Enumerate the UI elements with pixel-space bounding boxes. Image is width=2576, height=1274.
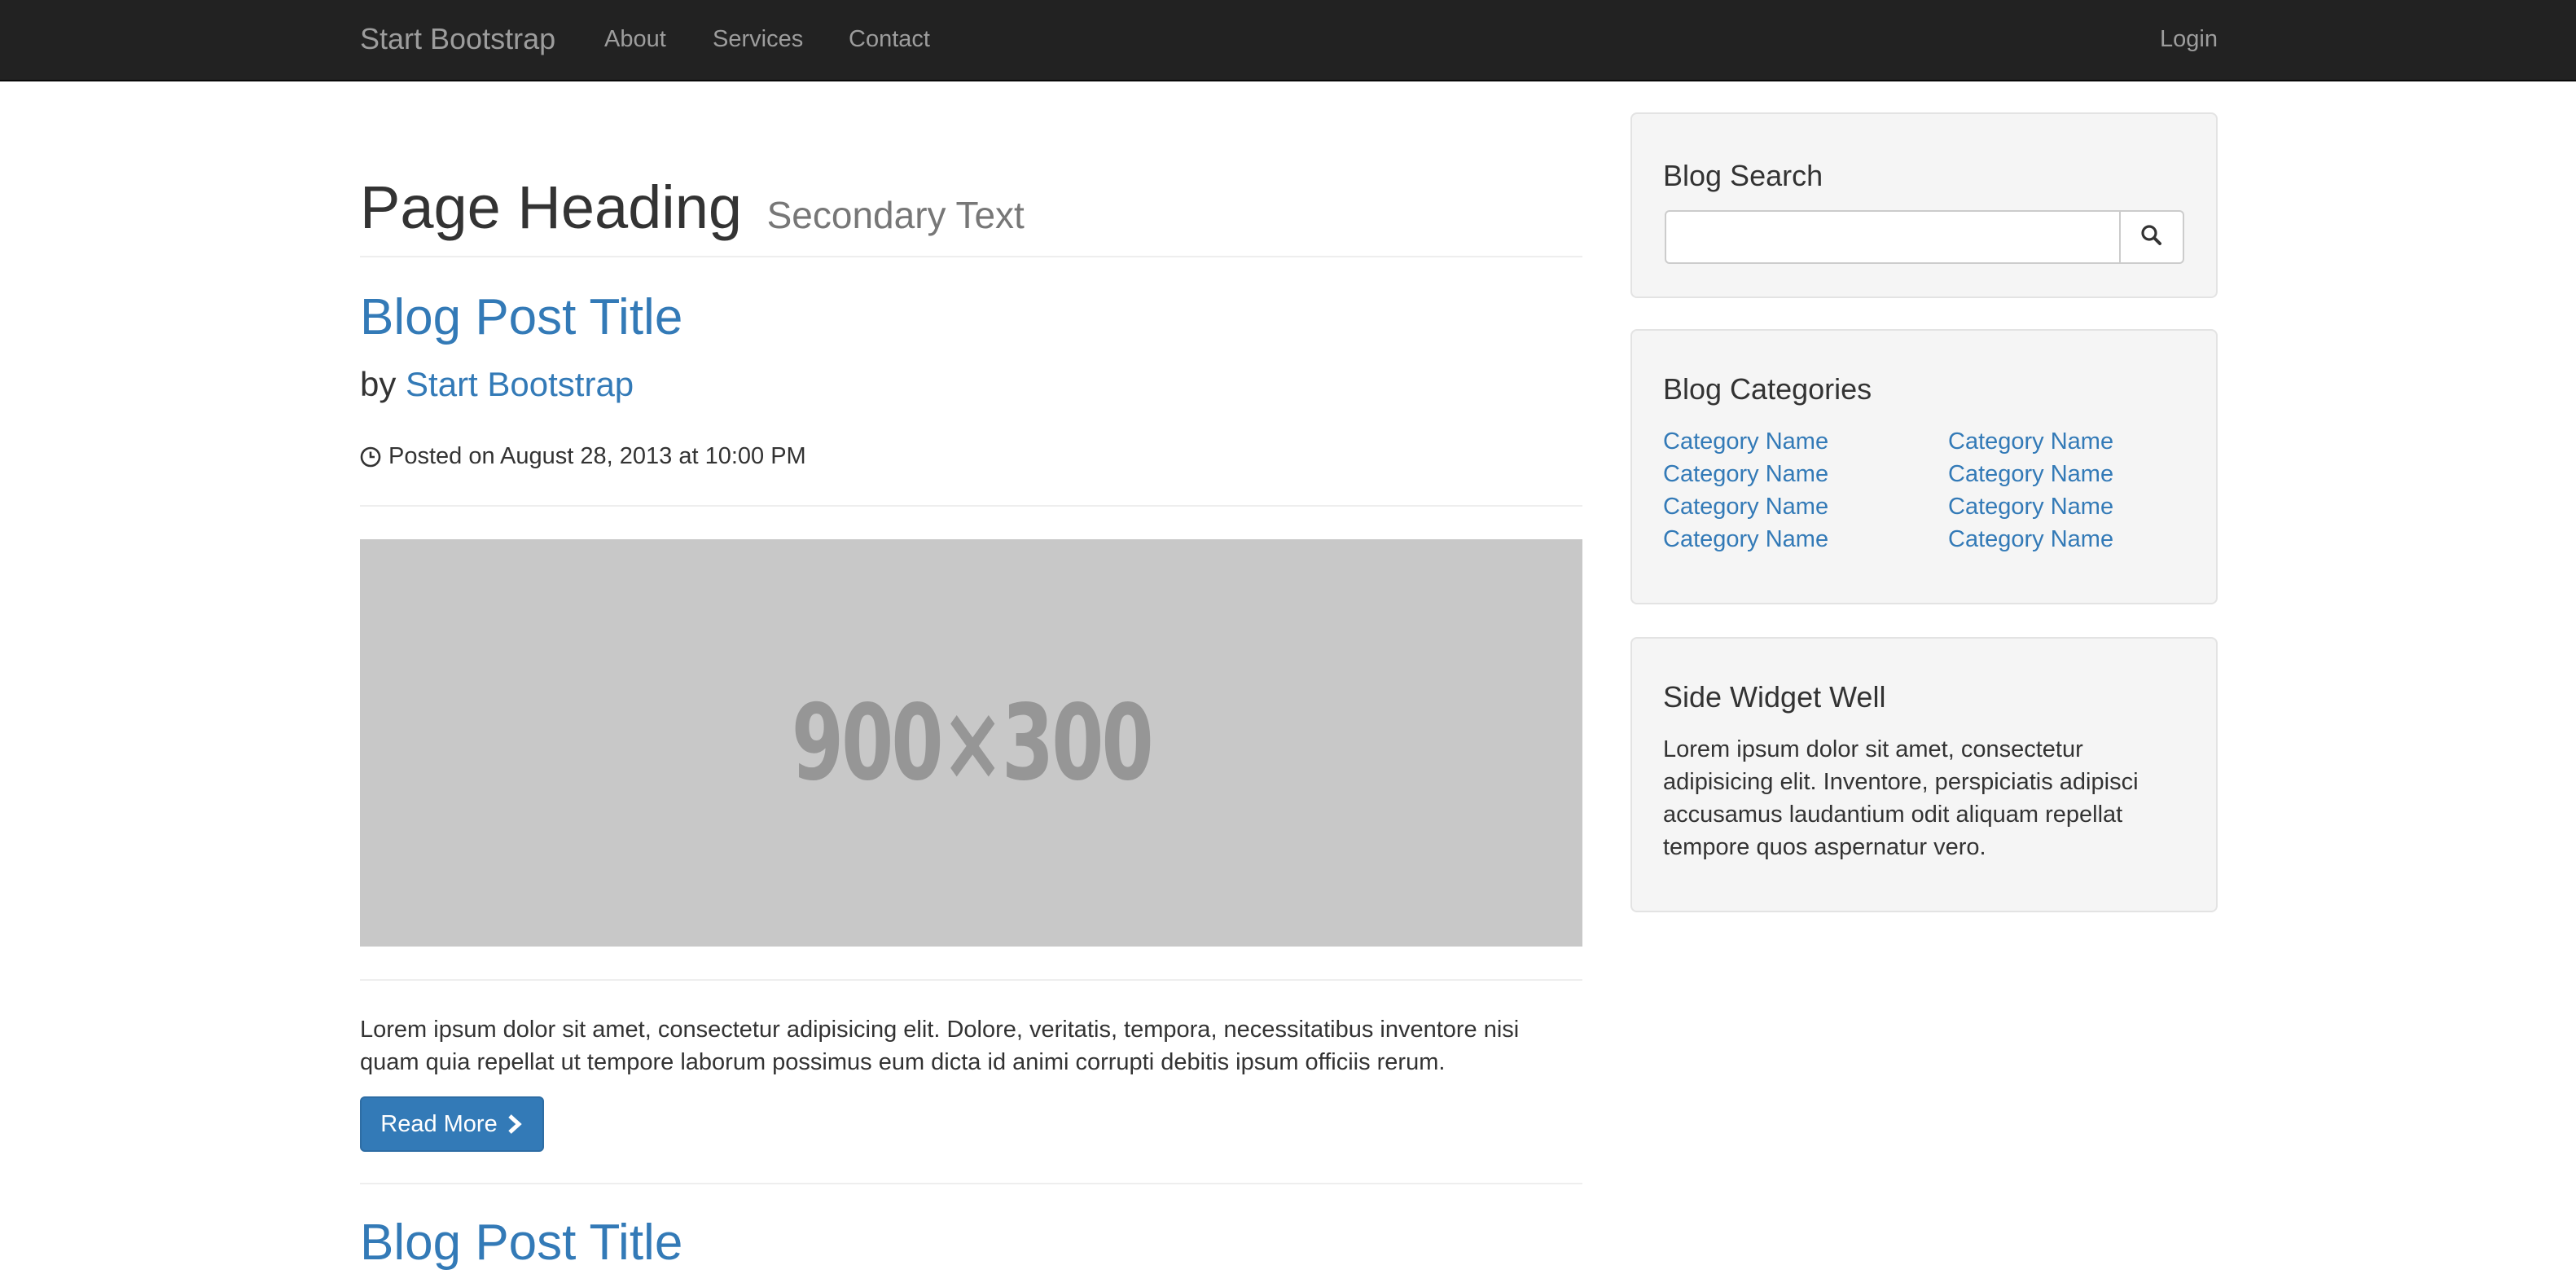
post-image-placeholder: 900×300 <box>360 539 1582 947</box>
nav-link-contact[interactable]: Contact <box>849 24 930 54</box>
read-more-label: Read More <box>380 1110 498 1137</box>
category-link[interactable]: Category Name <box>1948 461 2113 487</box>
blog-categories-well: Blog Categories Category Name Category N… <box>1630 329 2218 604</box>
divider <box>360 1183 1582 1184</box>
category-link[interactable]: Category Name <box>1663 461 1828 487</box>
search-icon <box>2139 223 2164 252</box>
nav-link-services[interactable]: Services <box>713 24 803 54</box>
post-image-dimensions: 900×300 <box>791 682 1154 804</box>
category-link[interactable]: Category Name <box>1663 428 1828 455</box>
category-list-left: Category Name Category Name Category Nam… <box>1663 425 1828 556</box>
post-byline: by Start Bootstrap <box>360 363 634 406</box>
clock-icon <box>360 446 381 468</box>
page-heading: Page Heading Secondary Text <box>360 171 1025 252</box>
side-widget-text: Lorem ipsum dolor sit amet, consectetur … <box>1663 736 2139 860</box>
search-input[interactable] <box>1665 210 2121 264</box>
category-link[interactable]: Category Name <box>1948 428 2113 455</box>
navbar-brand[interactable]: Start Bootstrap <box>360 21 555 57</box>
side-widget-well: Side Widget Well Lorem ipsum dolor sit a… <box>1630 637 2218 912</box>
category-list-right: Category Name Category Name Category Nam… <box>1948 425 2113 556</box>
read-more-button[interactable]: Read More <box>360 1096 544 1152</box>
divider <box>360 505 1582 507</box>
divider <box>360 256 1582 257</box>
nav-link-about[interactable]: About <box>604 24 666 54</box>
blog-search-title: Blog Search <box>1663 159 1823 192</box>
blog-post-title-link[interactable]: Blog Post Title <box>360 287 682 349</box>
category-link[interactable]: Category Name <box>1948 526 2113 552</box>
category-link[interactable]: Category Name <box>1663 526 1828 552</box>
blog-search-well: Blog Search <box>1630 112 2218 298</box>
category-link[interactable]: Category Name <box>1948 494 2113 520</box>
post-date-text: Posted on August 28, 2013 at 10:00 PM <box>388 443 806 469</box>
side-widget-title: Side Widget Well <box>1663 680 1886 714</box>
blog-categories-title: Blog Categories <box>1663 372 1872 406</box>
post-author-link[interactable]: Start Bootstrap <box>406 365 634 403</box>
category-link[interactable]: Category Name <box>1663 494 1828 520</box>
top-navbar: Start Bootstrap About Services Contact L… <box>0 0 2576 81</box>
page-heading-secondary: Secondary Text <box>766 194 1025 236</box>
page-heading-text: Page Heading <box>360 174 743 241</box>
divider <box>360 979 1582 981</box>
nav-link-login[interactable]: Login <box>2160 24 2218 54</box>
chevron-right-icon <box>506 1114 524 1135</box>
search-button[interactable] <box>2119 210 2184 264</box>
post-excerpt: Lorem ipsum dolor sit amet, consectetur … <box>360 1017 1520 1075</box>
post-date: Posted on August 28, 2013 at 10:00 PM <box>360 442 806 471</box>
byline-prefix: by <box>360 365 397 403</box>
